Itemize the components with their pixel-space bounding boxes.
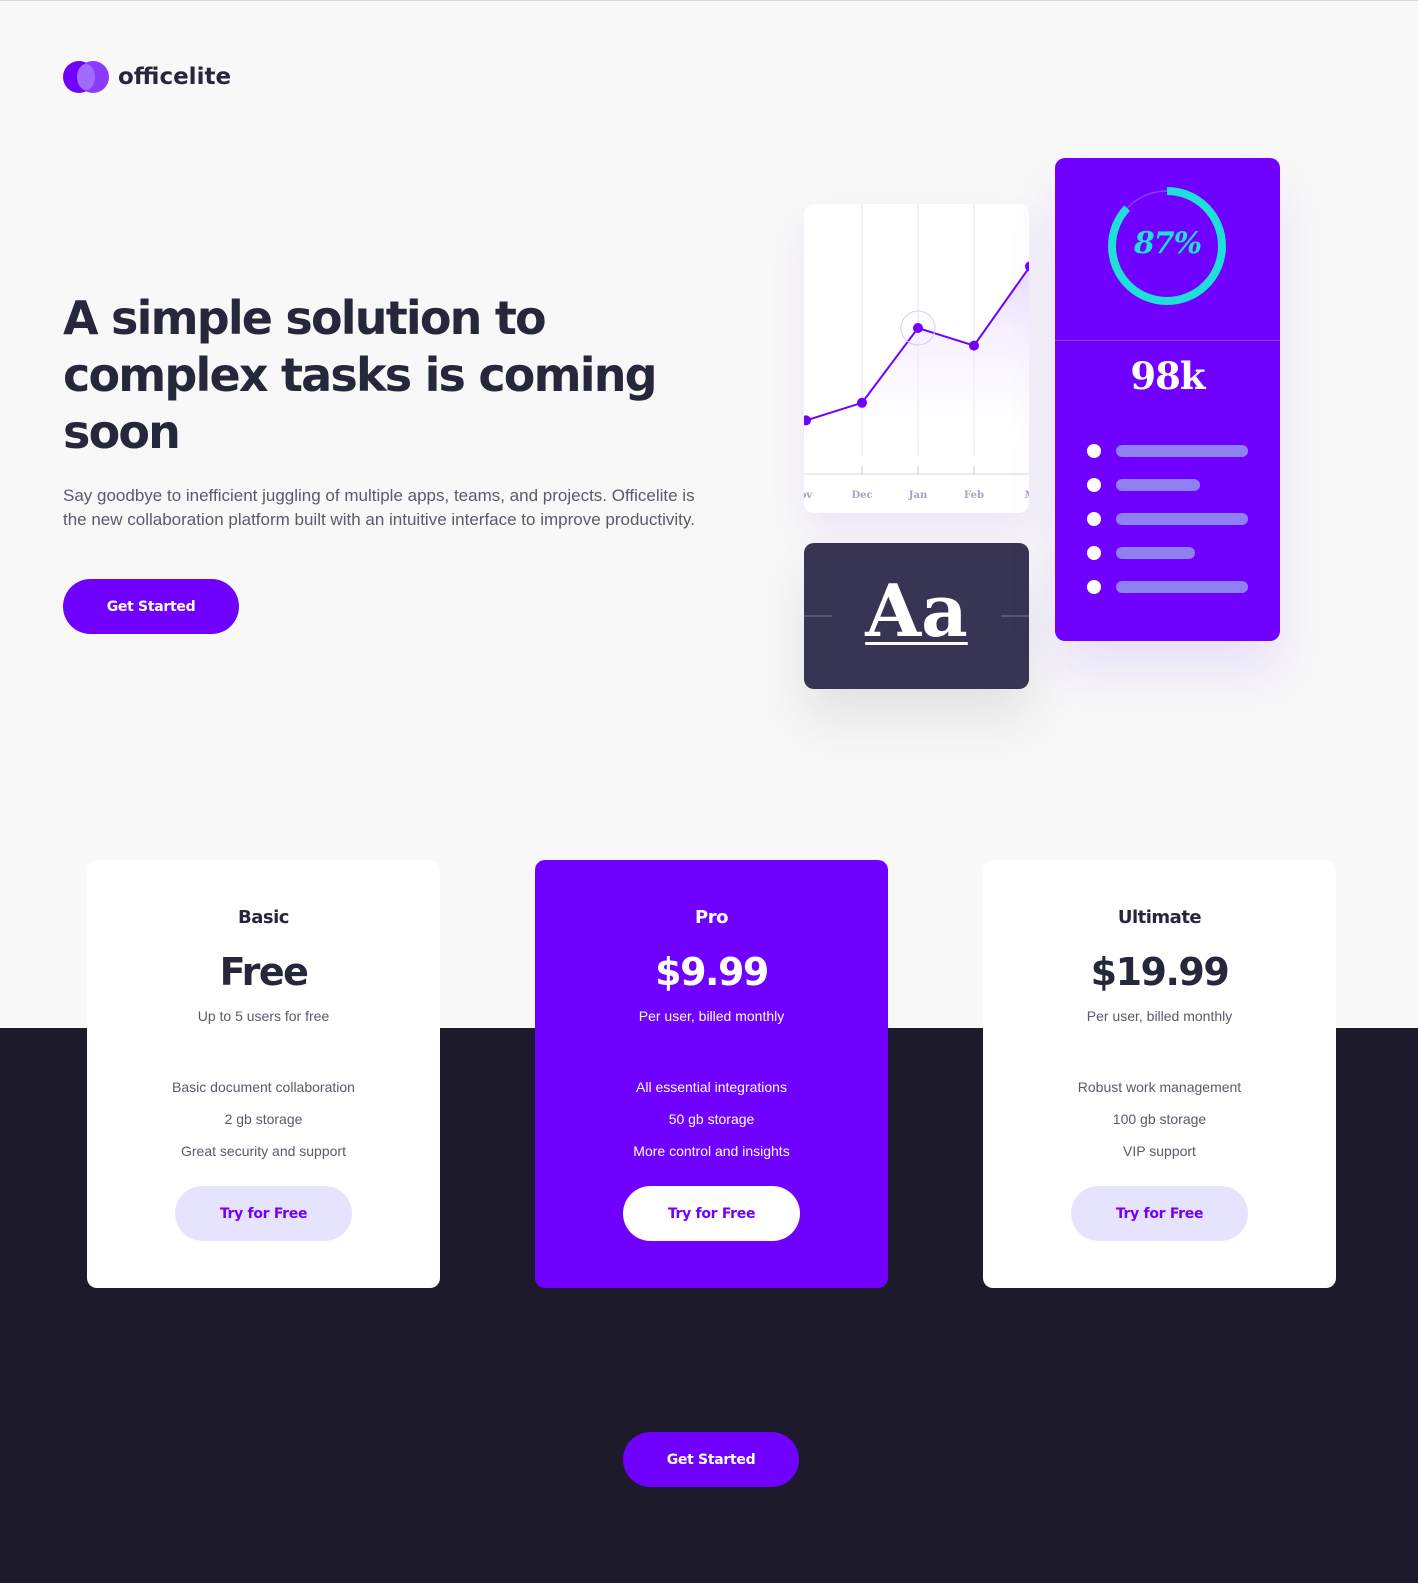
- typography-card: Aa: [804, 543, 1029, 689]
- stat-bar: [1116, 513, 1248, 525]
- chart-point: [857, 397, 867, 408]
- plan-card-pro: Pro $9.99 Per user, billed monthly All e…: [535, 860, 888, 1288]
- plan-feature: 50 gb storage: [668, 1111, 755, 1127]
- stat-list-item: [1087, 546, 1195, 560]
- chart-x-label: Dec: [851, 490, 872, 501]
- bullet-dot-icon: [1087, 512, 1101, 526]
- plan-price: $9.99: [655, 950, 769, 994]
- plan-feature: Robust work management: [1077, 1079, 1242, 1095]
- bullet-dot-icon: [1087, 478, 1101, 492]
- chart-x-label: Feb: [964, 490, 984, 501]
- stat-list-item: [1087, 478, 1200, 492]
- plan-name: Pro: [695, 907, 728, 928]
- hero-title: A simple solution to complex tasks is co…: [63, 291, 658, 459]
- stat-list-item: [1087, 512, 1248, 526]
- stats-card: 87% 98k: [1055, 158, 1280, 641]
- top-border: [0, 0, 1418, 1]
- stat-value: 98k: [1130, 354, 1205, 398]
- stat-list-item: [1087, 580, 1248, 594]
- chart-x-label: M: [1024, 490, 1029, 501]
- plan-feature: Basic document collaboration: [172, 1079, 355, 1095]
- brand-logo[interactable]: officelite: [63, 61, 231, 93]
- chart-point: [913, 323, 923, 333]
- bullet-dot-icon: [1087, 546, 1101, 560]
- bullet-dot-icon: [1087, 580, 1101, 594]
- plan-features: Basic document collaboration 2 gb storag…: [87, 1079, 440, 1175]
- logo-mark-icon: [63, 61, 109, 93]
- chart-x-label: Jan: [908, 490, 928, 501]
- get-started-button[interactable]: Get Started: [63, 579, 239, 634]
- chart-x-label: ov: [804, 490, 813, 501]
- plan-price: Free: [219, 950, 309, 994]
- plan-feature: 100 gb storage: [1112, 1111, 1207, 1127]
- type-sample: Aa: [865, 568, 968, 653]
- try-for-free-button-ultimate[interactable]: Try for Free: [1071, 1186, 1248, 1241]
- plan-subtitle: Per user, billed monthly: [1086, 1008, 1233, 1024]
- plan-name: Ultimate: [1117, 907, 1202, 928]
- stat-bar: [1116, 581, 1248, 593]
- stat-bar: [1116, 479, 1200, 491]
- chart-point: [969, 340, 979, 351]
- hero-description: Say goodbye to inefficient juggling of m…: [63, 486, 695, 529]
- brand-name: officelite: [118, 64, 232, 90]
- chart-card: ov Dec Jan Feb M: [804, 204, 1029, 513]
- plan-card-basic: Basic Free Up to 5 users for free Basic …: [87, 860, 440, 1288]
- line-chart: ov Dec Jan Feb M: [804, 204, 1029, 501]
- plan-features: Robust work management 100 gb storage VI…: [983, 1079, 1336, 1175]
- plan-subtitle: Up to 5 users for free: [197, 1008, 330, 1024]
- stats-divider: [1055, 340, 1280, 341]
- stat-bar: [1116, 445, 1248, 457]
- footer-get-started-button[interactable]: Get Started: [623, 1432, 799, 1487]
- progress-percent: 87%: [1133, 226, 1202, 261]
- plan-features: All essential integrations 50 gb storage…: [535, 1079, 888, 1175]
- plan-feature: Great security and support: [181, 1143, 346, 1159]
- try-for-free-button-basic[interactable]: Try for Free: [175, 1186, 352, 1241]
- plan-subtitle: Per user, billed monthly: [638, 1008, 785, 1024]
- bullet-dot-icon: [1087, 444, 1101, 458]
- plan-feature: All essential integrations: [636, 1079, 787, 1095]
- plan-price: $19.99: [1090, 950, 1230, 994]
- plan-feature: VIP support: [1123, 1143, 1196, 1159]
- plan-feature: More control and insights: [633, 1143, 790, 1159]
- plan-card-ultimate: Ultimate $19.99 Per user, billed monthly…: [983, 860, 1336, 1288]
- plan-name: Basic: [238, 907, 289, 928]
- chart-point: [1025, 261, 1029, 272]
- stat-list-item: [1087, 444, 1248, 458]
- try-for-free-button-pro[interactable]: Try for Free: [623, 1186, 800, 1241]
- stat-bar: [1116, 547, 1195, 559]
- plan-feature: 2 gb storage: [224, 1111, 303, 1127]
